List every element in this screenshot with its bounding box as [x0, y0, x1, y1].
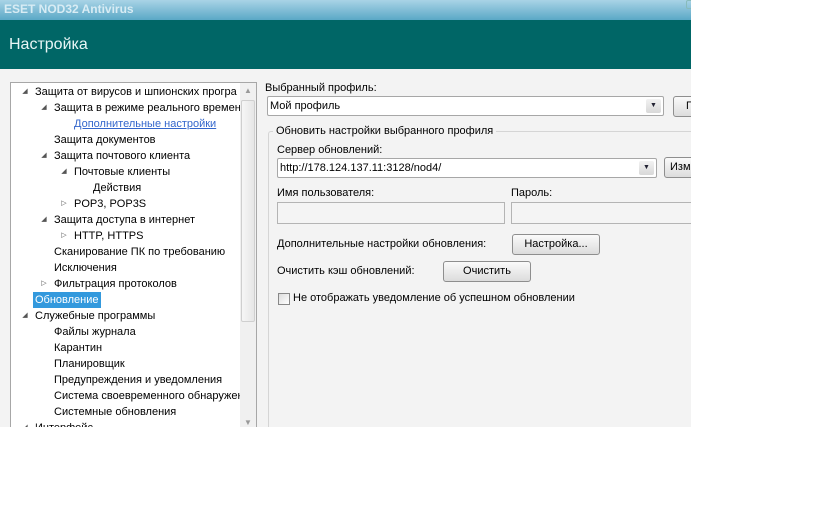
- notify-checkbox[interactable]: [278, 293, 290, 305]
- scroll-up-icon[interactable]: ▲: [240, 83, 256, 99]
- group-title: Обновить настройки выбранного профиля: [273, 125, 497, 137]
- tree-collapse-icon[interactable]: ◢: [40, 212, 48, 228]
- notify-checkbox-label[interactable]: Не отображать уведомление об успешном об…: [293, 292, 575, 304]
- tree-item[interactable]: Предупреждения и уведомления: [54, 372, 222, 388]
- server-select[interactable]: http://178.124.137.11:3128/nod4/ ▼: [277, 158, 657, 178]
- settings-tree[interactable]: ◢ Защита от вирусов и шпионских програ ◢ За…: [10, 82, 257, 427]
- tree-item[interactable]: Защита документов: [54, 132, 156, 148]
- profile-value: Мой профиль: [270, 100, 341, 112]
- password-label: Пароль:: [511, 187, 553, 199]
- clear-cache-button[interactable]: Очистить: [443, 261, 531, 282]
- tree-item[interactable]: POP3, POP3S: [74, 196, 146, 212]
- tree-item[interactable]: Файлы журнала: [54, 324, 136, 340]
- page-header: Настройка: [0, 20, 691, 69]
- eset-window: ESET NOD32 Antivirus Настройка ◢ Защита о…: [0, 0, 691, 427]
- server-value: http://178.124.137.11:3128/nod4/: [280, 162, 442, 174]
- tree-expand-icon[interactable]: ▷: [60, 196, 68, 212]
- tree-collapse-icon[interactable]: ◢: [21, 308, 29, 324]
- page-title: Настройка: [9, 36, 88, 53]
- title-bar: ESET NOD32 Antivirus: [0, 0, 691, 20]
- edit-server-button[interactable]: Изме: [664, 157, 691, 178]
- server-label: Сервер обновлений:: [277, 144, 383, 156]
- tree-item[interactable]: Сканирование ПК по требованию: [54, 244, 225, 260]
- advanced-settings-button[interactable]: Настройка...: [512, 234, 600, 255]
- scroll-down-icon[interactable]: ▼: [240, 415, 256, 427]
- tree-item[interactable]: Исключения: [54, 260, 117, 276]
- tree-item[interactable]: Защита от вирусов и шпионских програ: [35, 84, 237, 100]
- username-input[interactable]: [277, 202, 505, 224]
- tree-collapse-icon[interactable]: ◢: [21, 420, 29, 427]
- advanced-settings-button-label: Настройка...: [524, 238, 588, 250]
- tree-collapse-icon[interactable]: ◢: [60, 164, 68, 180]
- profiles-button[interactable]: Пр: [673, 96, 691, 117]
- chevron-down-icon[interactable]: ▼: [639, 161, 654, 175]
- clear-cache-label: Очистить кэш обновлений:: [277, 265, 415, 277]
- scroll-thumb[interactable]: [241, 100, 255, 322]
- tree-scrollbar[interactable]: ▲ ▼: [240, 83, 256, 427]
- tree-item[interactable]: Планировщик: [54, 356, 125, 372]
- profiles-button-label: Пр: [686, 100, 691, 112]
- tree-item[interactable]: Защита почтового клиента: [54, 148, 190, 164]
- tree-item[interactable]: Защита доступа в интернет: [54, 212, 195, 228]
- tree-item[interactable]: Действия: [93, 180, 141, 196]
- tree-item[interactable]: Защита в режиме реального времен: [54, 100, 241, 116]
- tree-collapse-icon[interactable]: ◢: [40, 148, 48, 164]
- tree-item[interactable]: Служебные программы: [35, 308, 155, 324]
- profile-select[interactable]: Мой профиль ▼: [267, 96, 664, 116]
- tree-item[interactable]: Карантин: [54, 340, 102, 356]
- tree-item[interactable]: Почтовые клиенты: [74, 164, 170, 180]
- tree-expand-icon[interactable]: ▷: [40, 276, 48, 292]
- app-title: ESET NOD32 Antivirus: [4, 2, 134, 16]
- chevron-down-icon[interactable]: ▼: [646, 99, 661, 113]
- edit-server-label: Изме: [670, 161, 691, 173]
- tree-item[interactable]: Дополнительные настройки: [74, 116, 216, 132]
- profile-label: Выбранный профиль:: [265, 82, 377, 94]
- tree-item[interactable]: Обновление: [33, 292, 101, 308]
- tree-item[interactable]: HTTP, HTTPS: [74, 228, 143, 244]
- tree-collapse-icon[interactable]: ◢: [40, 100, 48, 116]
- tree-item[interactable]: Интерфейс: [35, 420, 93, 427]
- advanced-settings-label: Дополнительные настройки обновления:: [277, 238, 487, 250]
- tree-collapse-icon[interactable]: ◢: [21, 84, 29, 100]
- tree-item[interactable]: Системные обновления: [54, 404, 176, 420]
- password-input[interactable]: [511, 202, 691, 224]
- tree-item[interactable]: Система своевременного обнаружен: [54, 388, 244, 404]
- window-control-button[interactable]: [686, 0, 691, 9]
- tree-item[interactable]: Фильтрация протоколов: [54, 276, 177, 292]
- tree-expand-icon[interactable]: ▷: [60, 228, 68, 244]
- username-label: Имя пользователя:: [277, 187, 375, 199]
- clear-cache-button-label: Очистить: [463, 265, 511, 277]
